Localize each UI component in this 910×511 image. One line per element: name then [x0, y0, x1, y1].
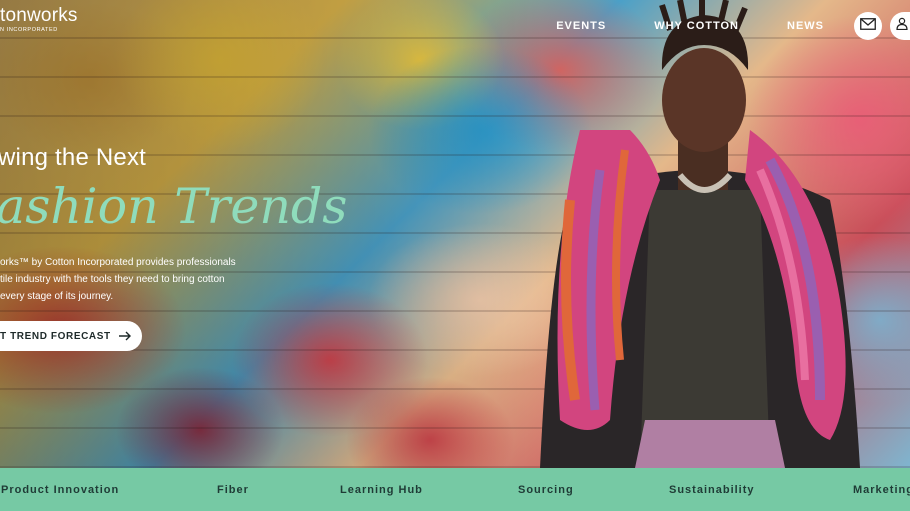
category-marketing[interactable]: Marketing	[853, 484, 910, 496]
trend-forecast-button[interactable]: T TREND FORECAST	[0, 321, 142, 351]
logo-text: tonworks	[0, 5, 78, 26]
mail-icon	[860, 17, 876, 35]
category-sourcing[interactable]: Sourcing	[518, 484, 574, 496]
blurb-line: every stage of its journey.	[0, 291, 114, 302]
category-learning-hub[interactable]: Learning Hub	[340, 484, 423, 496]
mail-button[interactable]	[854, 12, 882, 40]
hero-headline: wing the Next	[0, 144, 147, 171]
user-icon	[896, 17, 908, 35]
nav-events[interactable]: EVENTS	[556, 20, 606, 32]
nav-news[interactable]: NEWS	[787, 20, 824, 32]
category-fiber[interactable]: Fiber	[217, 484, 249, 496]
logo-subtitle: N INCORPORATED	[0, 27, 58, 33]
category-product-innovation[interactable]: Product Innovation	[1, 484, 119, 496]
account-button[interactable]	[890, 12, 910, 40]
hero-headline-script: ashion Trends	[0, 178, 348, 235]
hero-model-image	[530, 0, 880, 468]
category-sustainability[interactable]: Sustainability	[669, 484, 755, 496]
cta-label: T TREND FORECAST	[0, 330, 111, 342]
blurb-line: orks™ by Cotton Incorporated provides pr…	[0, 257, 236, 268]
nav-why-cotton[interactable]: WHY COTTON	[654, 20, 739, 32]
blurb-line: tile industry with the tools they need t…	[0, 274, 225, 285]
top-nav: EVENTS WHY COTTON NEWS	[556, 12, 910, 40]
hero-blurb: orks™ by Cotton Incorporated provides pr…	[0, 254, 250, 305]
brand-logo[interactable]: tonworks N INCORPORATED	[0, 5, 78, 34]
category-bar: Product Innovation Fiber Learning Hub So…	[0, 468, 910, 511]
arrow-right-icon	[118, 331, 132, 341]
